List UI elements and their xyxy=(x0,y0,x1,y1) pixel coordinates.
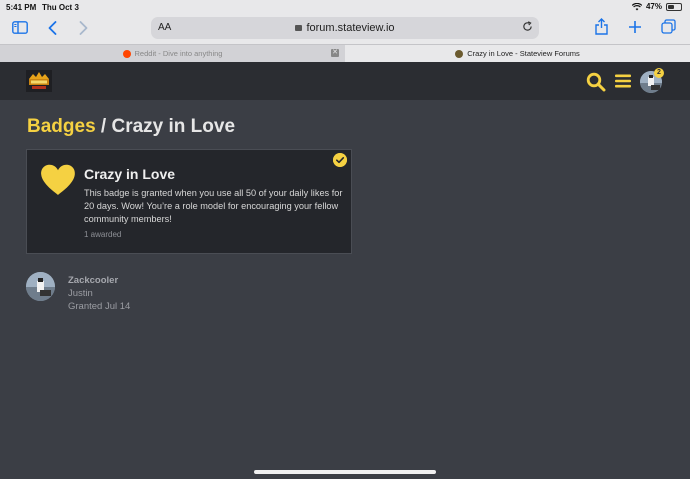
back-icon[interactable] xyxy=(48,21,57,35)
browser-toolbar: AA forum.stateview.io xyxy=(0,14,690,44)
ios-status-bar: 5:41 PM Thu Oct 3 47% xyxy=(0,0,690,14)
url-display[interactable]: forum.stateview.io xyxy=(151,22,539,34)
wifi-icon xyxy=(631,2,642,10)
address-bar[interactable]: AA forum.stateview.io xyxy=(151,17,539,39)
hamburger-menu-icon[interactable] xyxy=(615,73,631,89)
stateview-favicon-icon xyxy=(455,49,464,58)
badge-description: This badge is granted when you use all 5… xyxy=(84,188,343,224)
user-title: Justin xyxy=(68,288,93,299)
badge-awarded-count: 1 awarded xyxy=(84,230,122,239)
site-logo-icon[interactable] xyxy=(26,70,52,92)
status-time: 5:41 PM xyxy=(6,3,37,12)
badge-card: Crazy in Love This badge is granted when… xyxy=(26,149,352,254)
url-text: forum.stateview.io xyxy=(306,22,395,34)
tab-label: Reddit - Dive into anything xyxy=(134,49,223,58)
status-date: Thu Oct 3 xyxy=(42,3,79,12)
reload-icon[interactable] xyxy=(522,21,533,32)
user-avatar[interactable] xyxy=(26,272,55,301)
breadcrumb-separator: / xyxy=(95,116,112,137)
grant-list-item: Zackcooler Justin Granted Jul 14 xyxy=(26,272,326,316)
avatar-icon xyxy=(26,272,55,301)
username-link[interactable]: Zackcooler xyxy=(68,275,118,286)
badges-link[interactable]: Badges xyxy=(27,116,96,137)
tab-reddit[interactable]: Reddit - Dive into anything ✕ xyxy=(0,45,345,62)
forward-icon[interactable] xyxy=(79,21,88,35)
search-icon[interactable] xyxy=(586,72,606,92)
tab-label: Crazy in Love - Stateview Forums xyxy=(467,49,580,58)
status-right: 47% xyxy=(631,2,682,11)
browser-tab-strip: Reddit - Dive into anything ✕ Crazy in L… xyxy=(0,44,690,62)
notification-badge[interactable]: 2 xyxy=(654,68,664,78)
check-circle-icon xyxy=(333,153,347,167)
granted-date: Granted Jul 14 xyxy=(68,301,131,312)
battery-percent: 47% xyxy=(645,2,662,11)
reddit-favicon-icon xyxy=(122,49,131,58)
home-indicator[interactable] xyxy=(254,470,436,474)
share-icon[interactable] xyxy=(595,18,608,35)
lock-icon xyxy=(295,25,303,31)
sidebar-icon[interactable] xyxy=(12,21,28,34)
heart-icon xyxy=(41,164,75,195)
battery-icon xyxy=(666,2,682,11)
site-header: 2 xyxy=(0,62,690,100)
close-tab-icon[interactable]: ✕ xyxy=(331,49,339,57)
badge-title: Crazy in Love xyxy=(84,166,176,182)
tab-stateview[interactable]: Crazy in Love - Stateview Forums xyxy=(345,45,690,62)
page-title: Badges / Crazy in Love xyxy=(27,116,235,138)
badge-name-title: Crazy in Love xyxy=(111,116,236,137)
new-tab-icon[interactable] xyxy=(628,20,642,34)
tabs-icon[interactable] xyxy=(661,19,676,34)
